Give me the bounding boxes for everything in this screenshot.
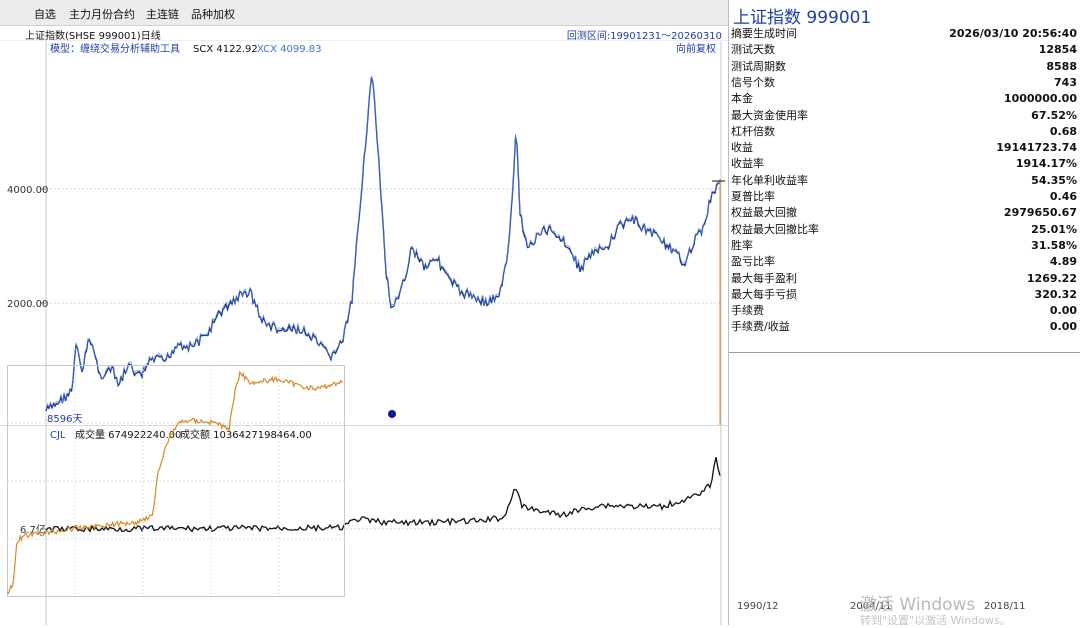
summary-value: 25.01%: [1031, 222, 1077, 236]
summary-key: 最大资金使用率: [731, 108, 808, 122]
summary-title: 上证指数 999001: [733, 8, 872, 28]
summary-row: 收益 19141723.74: [731, 140, 1077, 156]
app-window: 自选 主力月份合约 主连链 品种加权 上证指数(SHSE 999001)日线 回…: [0, 0, 1080, 627]
summary-key: 手续费/收益: [731, 320, 790, 334]
equity-x-label-2018: 2018/11: [984, 601, 1026, 612]
summary-key: 盈亏比率: [731, 255, 775, 269]
summary-value: 54.35%: [1031, 173, 1077, 187]
equity-curve-chart[interactable]: [7, 365, 345, 597]
summary-key: 摘要生成时间: [731, 27, 797, 40]
chart-symbol-title: 上证指数(SHSE 999001)日线: [25, 31, 161, 42]
summary-row: 胜率 31.58%: [731, 238, 1077, 254]
price-series-highlight: [45, 75, 720, 410]
summary-row: 测试周期数 8588: [731, 59, 1077, 75]
summary-key: 最大每手亏损: [731, 287, 797, 301]
summary-row: 测试天数 12854: [731, 42, 1077, 58]
backtest-summary-panel: 上证指数 999001 摘要生成时间 2026/03/10 20:56:40 测试天…: [728, 0, 1080, 625]
summary-value: 1914.17%: [1015, 157, 1077, 171]
summary-row: 年化单利收益率 54.35%: [731, 173, 1077, 189]
summary-row: 杠杆倍数 0.68: [731, 124, 1077, 140]
tab-favorites[interactable]: 自选: [34, 6, 56, 22]
equity-x-label-1990: 1990/12: [737, 601, 779, 612]
tab-weighted[interactable]: 品种加权: [191, 6, 235, 22]
summary-row: 盈亏比率 4.89: [731, 254, 1077, 270]
summary-value: 19141723.74: [996, 141, 1077, 155]
activation-watermark-hint: 转到"设置"以激活 Windows。: [860, 614, 1011, 627]
summary-row: 权益最大回撤比率 25.01%: [731, 222, 1077, 238]
summary-value: 0.68: [1049, 124, 1077, 138]
summary-value: 1000000.00: [1003, 92, 1077, 106]
summary-key: 测试天数: [731, 43, 775, 57]
backtest-range: 回测区间:19901231～20260310: [566, 31, 722, 42]
summary-value: 1269.22: [1026, 271, 1077, 285]
summary-row: 手续费 0.00: [731, 303, 1077, 319]
summary-row: 本金 1000000.00: [731, 91, 1077, 107]
summary-key: 手续费: [731, 304, 764, 318]
y-label-2000: 2000.00: [7, 299, 48, 310]
y-label-4000: 4000.00: [7, 185, 48, 196]
summary-row: 最大每手盈利 1269.22: [731, 271, 1077, 287]
scx-value: SCX 4122.92: [193, 44, 258, 55]
adjust-mode: 向前复权: [676, 42, 716, 55]
model-label: 模型：缠绕交易分析辅助工具: [50, 42, 180, 55]
summary-key: 收益率: [731, 157, 764, 171]
summary-key: 权益最大回撤比率: [731, 222, 819, 236]
summary-value: 743: [1054, 75, 1077, 89]
tab-bar: 自选 主力月份合约 主连链 品种加权: [0, 0, 728, 26]
summary-key: 本金: [731, 92, 753, 106]
summary-row: 最大资金使用率 67.52%: [731, 108, 1077, 124]
summary-value: 8588: [1046, 59, 1077, 73]
tab-continuous[interactable]: 主连链: [146, 6, 179, 22]
summary-value: 0.46: [1049, 190, 1077, 203]
equity-curve-line: [7, 370, 344, 595]
tab-main-contract[interactable]: 主力月份合约: [69, 6, 135, 22]
panel-divider: [729, 352, 1080, 353]
summary-key: 胜率: [731, 238, 753, 252]
summary-key: 信号个数: [731, 75, 775, 89]
summary-key: 最大每手盈利: [731, 271, 797, 285]
summary-value: 67.52%: [1031, 108, 1077, 122]
summary-row: 夏普比率 0.46: [731, 189, 1077, 205]
summary-row: 摘要生成时间 2026/03/10 20:56:40: [731, 26, 1077, 42]
summary-key: 杠杆倍数: [731, 124, 775, 138]
xcx-value: XCX 4099.83: [257, 44, 322, 55]
summary-key: 测试周期数: [731, 59, 786, 73]
summary-key: 权益最大回撤: [731, 206, 797, 220]
summary-row: 手续费/收益 0.00: [731, 319, 1077, 335]
summary-value: 31.58%: [1031, 238, 1077, 252]
chart-header: 上证指数(SHSE 999001)日线 回测区间:19901231～202603…: [0, 27, 728, 42]
summary-value: 2979650.67: [1003, 206, 1077, 220]
summary-row: 收益率 1914.17%: [731, 156, 1077, 172]
summary-value: 0.00: [1049, 320, 1077, 334]
summary-row: 权益最大回撤 2979650.67: [731, 205, 1077, 221]
summary-value: 12854: [1038, 43, 1077, 57]
price-series-line: [45, 77, 720, 412]
summary-value: 4.89: [1049, 255, 1077, 269]
summary-key: 夏普比率: [731, 190, 775, 203]
summary-key: 收益: [731, 141, 753, 155]
summary-key: 年化单利收益率: [731, 173, 808, 187]
summary-value: 2026/03/10 20:56:40: [949, 27, 1077, 40]
summary-value: 320.32: [1034, 287, 1077, 301]
summary-row: 信号个数 743: [731, 75, 1077, 91]
signal-dot: [388, 410, 396, 418]
summary-value: 0.00: [1049, 304, 1077, 318]
summary-row: 最大每手亏损 320.32: [731, 287, 1077, 303]
